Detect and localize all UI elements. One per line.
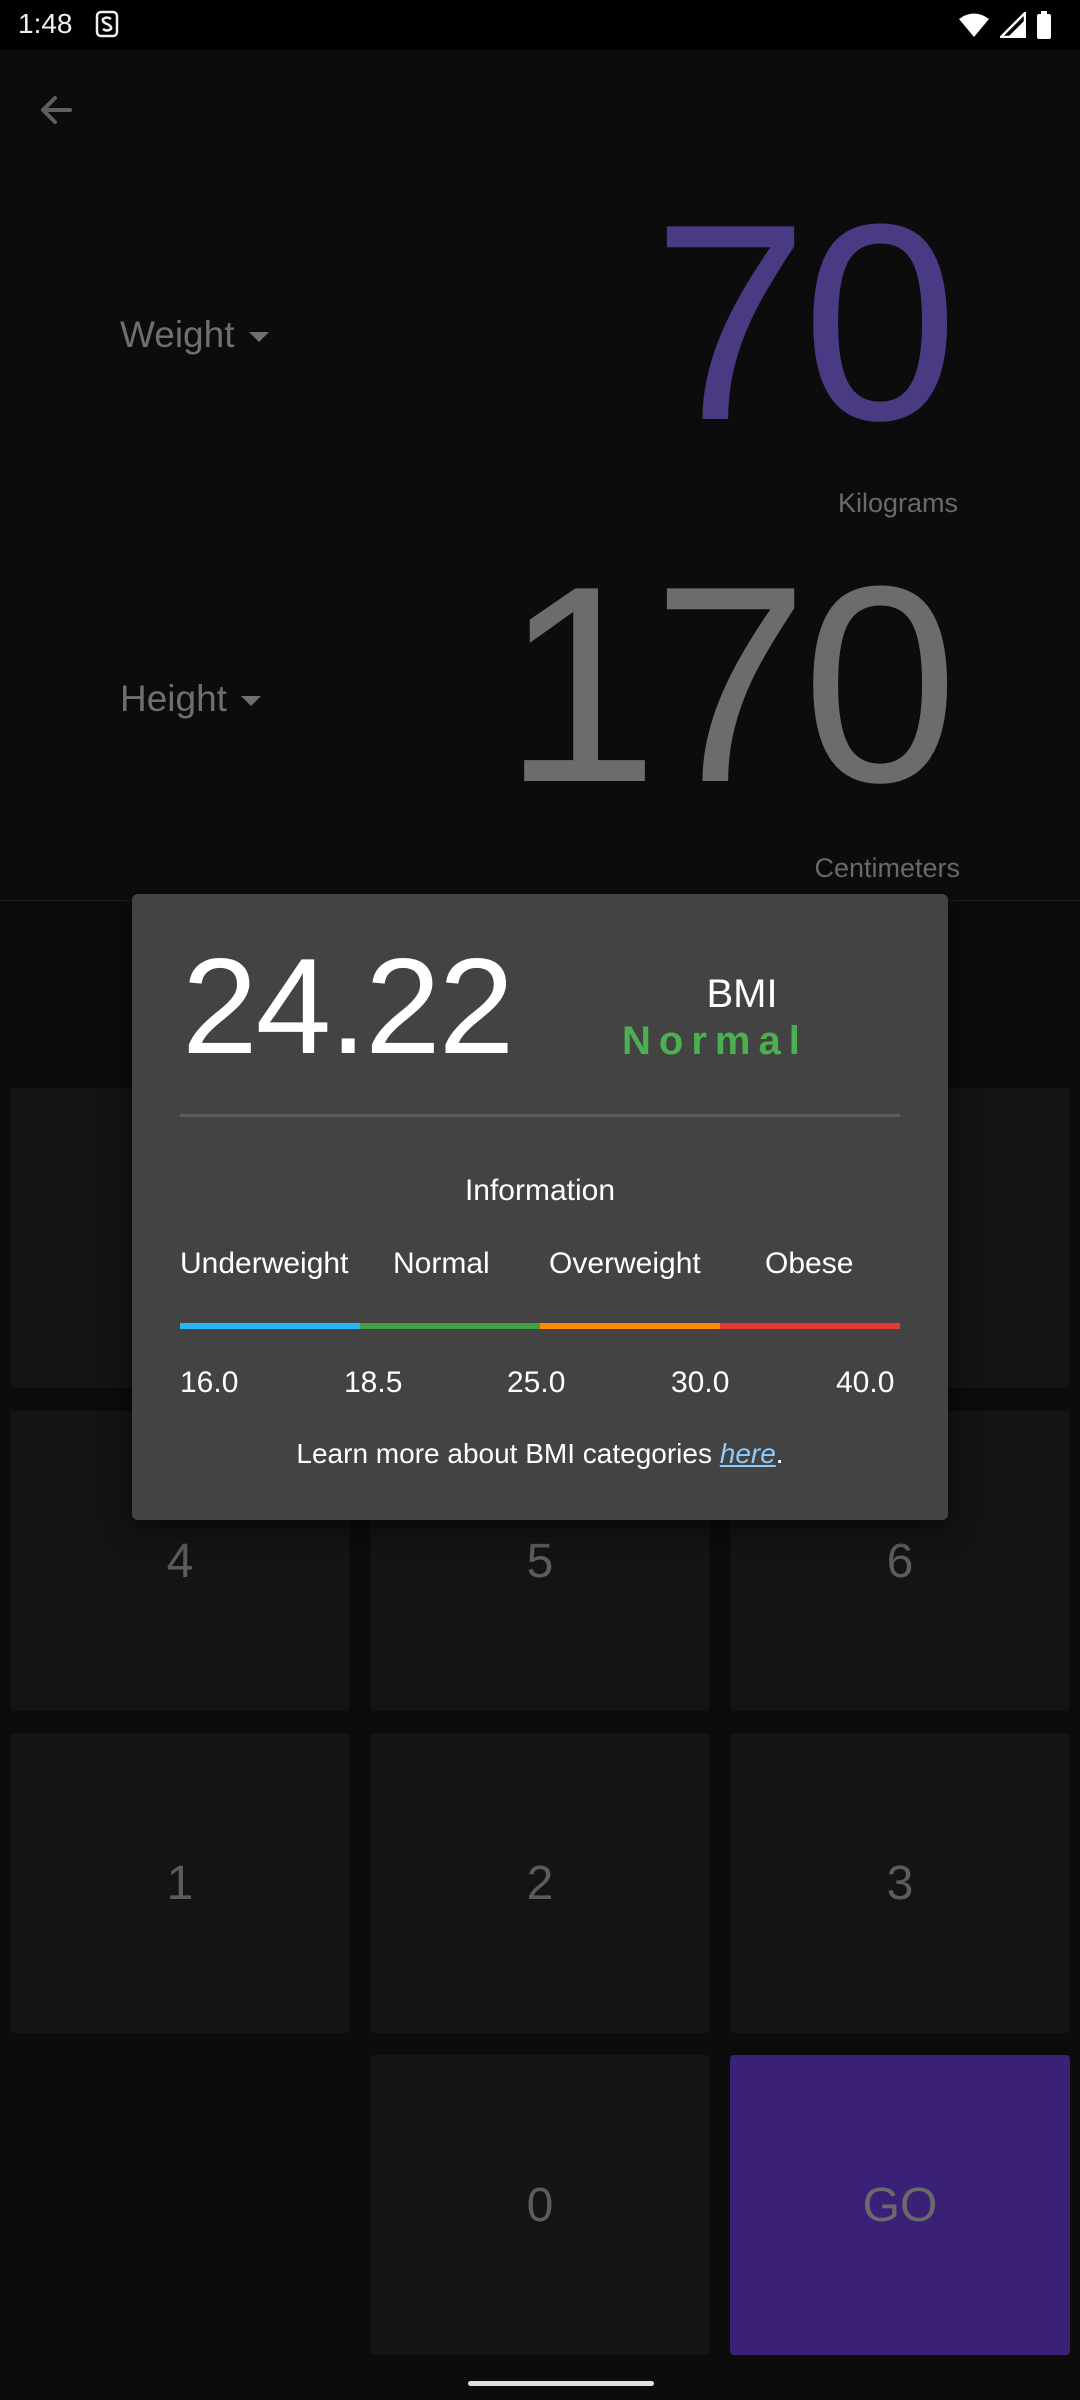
status-time: 1:48 [18, 8, 73, 39]
status-bar: 1:48 [0, 0, 1080, 50]
key-1[interactable]: 1 [10, 1733, 350, 2033]
information-title: Information [464, 1174, 616, 1207]
key-label: 0 [526, 2178, 554, 2232]
bmi-category: Normal [622, 1019, 808, 1063]
key-label: 5 [526, 1534, 554, 1588]
scale-segment-underweight [180, 1323, 360, 1329]
learn-more-suffix: . [775, 1438, 784, 1469]
scale-segment-normal [360, 1323, 540, 1329]
go-button[interactable]: GO [730, 2055, 1070, 2355]
key-label: 3 [886, 1856, 914, 1910]
height-unit-dropdown[interactable]: Height [120, 678, 261, 720]
bmi-calculator-screen: 1:48 Weight 70 Kilograms Height 170 Cent… [0, 0, 1080, 2400]
arrow-left-icon [41, 96, 72, 124]
bmi-scale-bar [180, 1323, 900, 1329]
category-normal: Normal [393, 1247, 490, 1280]
weight-unit-label: Kilograms [837, 488, 958, 518]
learn-more-link[interactable]: here [720, 1438, 776, 1469]
threshold-label: 30.0 [671, 1366, 730, 1399]
threshold-label: 18.5 [344, 1366, 403, 1399]
learn-more-prefix: Learn more about BMI categories [296, 1438, 720, 1469]
height-label: Height [120, 678, 227, 719]
weight-label: Weight [120, 314, 235, 355]
key-label: 6 [886, 1534, 914, 1588]
weight-value[interactable]: 70 [653, 178, 958, 468]
height-unit-label: Centimeters [814, 853, 960, 883]
weight-unit-dropdown[interactable]: Weight [120, 314, 269, 356]
threshold-label: 40.0 [836, 1366, 895, 1399]
chevron-down-icon [248, 332, 269, 342]
scale-segment-overweight [540, 1323, 720, 1329]
go-label: GO [862, 2178, 938, 2232]
key-0[interactable]: 0 [370, 2055, 710, 2355]
wifi-icon [959, 13, 989, 37]
key-label: 1 [166, 1856, 194, 1910]
key-label: 4 [166, 1534, 194, 1588]
category-obese: Obese [765, 1247, 854, 1280]
category-underweight: Underweight [180, 1247, 349, 1280]
learn-more-text: Learn more about BMI categories here. [132, 1438, 948, 1470]
home-indicator[interactable] [468, 2381, 654, 2386]
chevron-down-icon [240, 696, 261, 706]
key-label: 2 [526, 1856, 554, 1910]
threshold-label: 25.0 [507, 1366, 566, 1399]
key-2[interactable]: 2 [370, 1733, 710, 2033]
back-button[interactable] [28, 82, 84, 138]
dialog-divider [180, 1114, 900, 1117]
bmi-value: 24.22 [182, 930, 514, 1082]
height-value[interactable]: 170 [503, 540, 958, 830]
threshold-label: 16.0 [180, 1366, 239, 1399]
scale-segment-obese [720, 1323, 900, 1329]
bmi-result-dialog: 24.22 BMI Normal Information Underweight… [132, 894, 948, 1520]
status-icons [958, 10, 1052, 40]
bmi-label: BMI [706, 972, 778, 1016]
category-overweight: Overweight [549, 1247, 701, 1280]
battery-icon [1037, 11, 1051, 39]
key-3[interactable]: 3 [730, 1733, 1070, 2033]
signal-icon [1000, 12, 1026, 38]
top-app-bar [0, 50, 1080, 160]
s-app-icon [95, 10, 119, 38]
